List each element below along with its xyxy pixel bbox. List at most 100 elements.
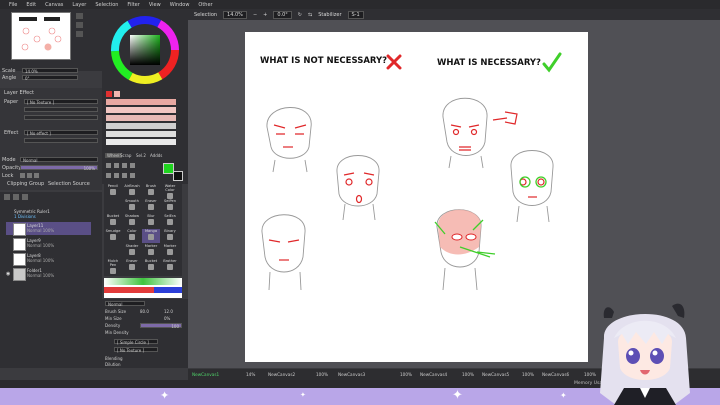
selection-label[interactable]: Selection <box>194 12 217 18</box>
menu-selection[interactable]: Selection <box>95 2 118 8</box>
brush-texture-select[interactable]: [ No Texture ] <box>114 347 158 353</box>
rotate-icon[interactable]: ↻ <box>298 12 302 18</box>
eye-icon[interactable]: ◉ <box>6 271 10 277</box>
tool-selpen[interactable]: SelPen <box>161 199 179 213</box>
paper-strength-slider[interactable] <box>24 115 98 120</box>
delete-layer-icon[interactable] <box>22 194 28 200</box>
menu-window[interactable]: Window <box>170 2 190 8</box>
scale-slider[interactable]: 14.0% <box>22 68 78 74</box>
menu-edit[interactable]: Edit <box>26 2 36 8</box>
effect-select[interactable]: [ No effect ] <box>24 130 98 136</box>
select-icon[interactable] <box>106 173 111 178</box>
tab-newcanvas2[interactable]: NewCanvas2 <box>268 371 295 378</box>
tool-selera[interactable]: SelEra <box>161 214 179 228</box>
tool-shadow[interactable]: Shadow <box>123 214 141 228</box>
lock-move-icon[interactable] <box>34 173 39 178</box>
move-icon[interactable] <box>106 163 111 168</box>
paper-density-slider[interactable] <box>24 107 98 112</box>
tool-color[interactable]: Color <box>123 229 141 243</box>
tab-newcanvas6[interactable]: NewCanvas6 <box>542 371 569 378</box>
tab-newcanvas3[interactable]: NewCanvas3 <box>338 371 365 378</box>
tool-bucket-2[interactable]: Bucket <box>142 259 160 273</box>
layer-item-layer9[interactable]: Layer9 Normal 100% <box>6 237 91 251</box>
color-icon <box>129 234 135 240</box>
tab-scrap[interactable]: Scrap <box>120 153 131 158</box>
menu-layer[interactable]: Layer <box>72 2 86 8</box>
tool-binary[interactable]: Binary <box>161 229 179 243</box>
effect-strength-slider[interactable] <box>24 138 98 143</box>
tool-eraser[interactable]: Eraser <box>142 199 160 213</box>
lasso-icon[interactable] <box>114 173 119 178</box>
tab-sel2[interactable]: Sel.2 <box>136 153 146 158</box>
menu-filter[interactable]: Filter <box>127 2 139 8</box>
menu-file[interactable]: File <box>9 2 17 8</box>
zoom-in-icon[interactable]: + <box>263 12 267 18</box>
secondary-color-swatch[interactable] <box>173 171 183 181</box>
zoom-select[interactable]: 14.0% <box>223 10 247 19</box>
hand-icon[interactable] <box>130 163 135 168</box>
lock-alpha-icon[interactable] <box>27 173 32 178</box>
layer-item-layer11[interactable]: Layer11 Normal 100% <box>6 222 91 236</box>
brush-size-mult[interactable]: 12.0 <box>164 309 173 314</box>
rotate-view-icon[interactable] <box>130 173 135 178</box>
tool-blur[interactable]: Blur <box>142 214 160 228</box>
layer-item-folder1[interactable]: ◉ Folder1 Normal 100% <box>6 267 91 281</box>
tab-pct: 100% <box>400 372 412 377</box>
tool-brush[interactable]: Brush <box>142 184 160 198</box>
selection-source-toggle[interactable]: Selection Source <box>48 181 90 187</box>
zoom-out-icon[interactable] <box>76 22 83 28</box>
new-layer-icon[interactable] <box>4 194 10 200</box>
rotate-icon[interactable] <box>76 31 83 37</box>
navigator-thumbnail[interactable] <box>11 12 71 60</box>
color-swatches[interactable] <box>102 89 188 151</box>
color-wheel[interactable] <box>110 15 180 85</box>
lock-icon[interactable] <box>20 173 25 178</box>
stabilizer-select[interactable]: S-1 <box>347 10 364 19</box>
tool-airbrush[interactable]: AirBrush <box>123 184 141 198</box>
tool-marker-2[interactable]: Marker <box>161 244 179 258</box>
tool-watercolor[interactable]: Water Color <box>161 184 179 199</box>
menu-canvas[interactable]: Canvas <box>45 2 63 8</box>
opacity-slider[interactable]: 100% <box>20 165 98 171</box>
new-folder-icon[interactable] <box>13 194 19 200</box>
tool-shader[interactable]: Shader <box>123 244 141 258</box>
wand-icon[interactable] <box>122 173 127 178</box>
tool-manga[interactable]: Manga <box>142 229 160 243</box>
tab-newcanvas5[interactable]: NewCanvas5 <box>482 371 509 378</box>
zoom-in-icon[interactable] <box>76 13 83 19</box>
min-size-value[interactable]: 0% <box>164 316 170 321</box>
layer-item-ruler[interactable]: Symmetric Ruler1 1 Divisions <box>6 208 91 221</box>
tool-bucket[interactable]: Bucket <box>104 214 122 228</box>
menu-view[interactable]: View <box>149 2 161 8</box>
sparkle-icon: ✦ <box>560 391 567 400</box>
tool-pencil[interactable]: Pencil <box>104 184 122 198</box>
tab-newcanvas1[interactable]: NewCanvas1 <box>192 371 219 378</box>
zoom-icon[interactable] <box>114 163 119 168</box>
tool-marker[interactable]: Marker <box>142 244 160 258</box>
layer-item-layer8[interactable]: Layer8 Normal 100% <box>6 252 91 266</box>
mode-select[interactable]: Normal <box>20 157 98 163</box>
brush-mode-select[interactable]: Normal <box>105 301 145 307</box>
eyedropper-icon[interactable] <box>122 163 127 168</box>
tab-newcanvas4[interactable]: NewCanvas4 <box>420 371 447 378</box>
angle-slider[interactable]: 0° <box>22 75 78 81</box>
flip-icon[interactable]: ⇆ <box>308 12 312 18</box>
tool-smudge[interactable]: Smudge <box>104 229 122 243</box>
lock-toggles[interactable] <box>20 173 50 178</box>
brush-shape-select[interactable]: [ Simple Circle ] <box>114 339 158 345</box>
tool-smooth[interactable]: Smooth <box>123 199 141 213</box>
tab-addds[interactable]: Addds <box>150 153 162 158</box>
brush-size-value[interactable]: 80.0 <box>140 309 149 314</box>
clipping-group-toggle[interactable]: Clipping Group <box>7 181 44 187</box>
tool-eraser-2[interactable]: Eraser <box>123 259 141 273</box>
tool-mulch-pen[interactable]: Mulch Pen <box>104 259 122 274</box>
zoom-out-icon[interactable]: − <box>253 12 257 18</box>
density-slider[interactable]: 100 <box>140 323 182 329</box>
stabilizer-label: Stabilizer <box>318 11 342 18</box>
menu-other[interactable]: Other <box>198 2 212 8</box>
paper-select[interactable]: [ No Texture ] <box>24 99 98 105</box>
brush-preview-strip[interactable] <box>104 278 182 298</box>
tool-brother[interactable]: Brother <box>161 259 179 273</box>
sparkle-icon: ✦ <box>300 391 306 399</box>
angle-select[interactable]: 0.0° <box>273 10 292 19</box>
